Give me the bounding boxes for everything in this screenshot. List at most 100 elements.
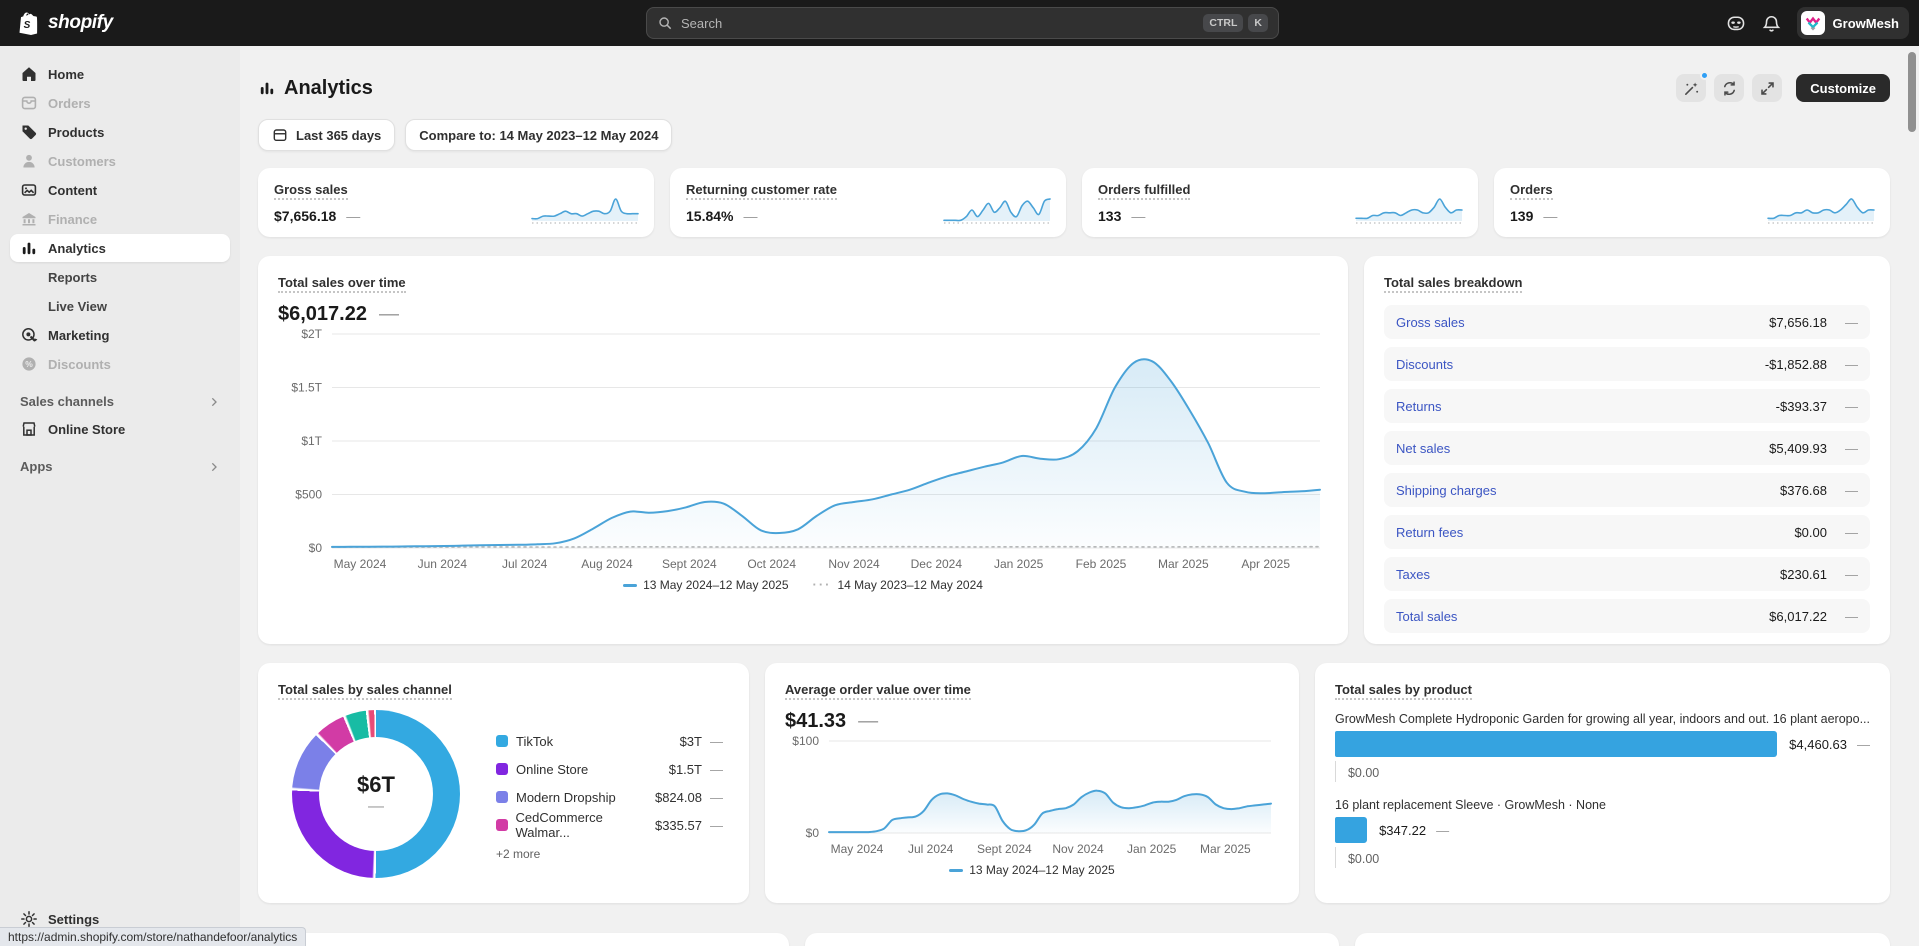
home-icon bbox=[20, 65, 38, 83]
shopify-logo[interactable]: S shopify bbox=[18, 11, 113, 36]
scrollbar-thumb[interactable] bbox=[1908, 52, 1916, 132]
svg-text:$1.5T: $1.5T bbox=[291, 381, 322, 395]
svg-text:$2T: $2T bbox=[301, 327, 322, 341]
conversion-rate-breakdown-card: Conversion rate breakdown bbox=[1355, 933, 1890, 946]
sidebar-item-live-view[interactable]: Live View bbox=[10, 292, 230, 320]
expand-fullscreen-button[interactable] bbox=[1752, 74, 1782, 102]
more-channels-link[interactable]: +2 more bbox=[496, 847, 723, 861]
chart-title-link[interactable]: Total sales over time bbox=[278, 275, 406, 293]
sidebar-section-apps[interactable]: Apps bbox=[20, 459, 220, 474]
page-title: Analytics bbox=[258, 77, 373, 100]
svg-text:Jun 2024: Jun 2024 bbox=[418, 557, 468, 571]
chart-title-link[interactable]: Average order value over time bbox=[785, 682, 971, 700]
chart-title-link[interactable]: Total sales by product bbox=[1335, 682, 1472, 700]
svg-text:Sept 2024: Sept 2024 bbox=[977, 842, 1032, 856]
customize-button[interactable]: Customize bbox=[1796, 74, 1890, 102]
breakdown-row: Returns-$393.37— bbox=[1384, 389, 1870, 423]
search-placeholder: Search bbox=[681, 16, 1198, 31]
date-range-button[interactable]: Last 365 days bbox=[258, 119, 395, 151]
marketing-target-icon bbox=[20, 326, 38, 344]
metric-title-link[interactable]: Orders bbox=[1510, 182, 1553, 200]
svg-text:Jul 2024: Jul 2024 bbox=[908, 842, 954, 856]
sessions-over-time-card: Sessions over time bbox=[258, 933, 789, 946]
chart-legend: 13 May 2024–12 May 2025 ···14 May 2023–1… bbox=[278, 578, 1328, 592]
sidekick-icon[interactable] bbox=[1726, 13, 1746, 33]
breakdown-row: Discounts-$1,852.88— bbox=[1384, 347, 1870, 381]
settings-gear-icon bbox=[20, 910, 38, 928]
sidebar-item-content[interactable]: Content bbox=[10, 176, 230, 204]
shopify-admin: S shopify Search CTRL K GrowMesh bbox=[0, 0, 1919, 946]
sidebar-item-reports[interactable]: Reports bbox=[10, 263, 230, 291]
discounts-badge-icon: % bbox=[20, 355, 38, 373]
analytics-bars-icon bbox=[258, 79, 276, 97]
svg-text:May 2024: May 2024 bbox=[334, 557, 387, 571]
kbd-k: K bbox=[1248, 14, 1268, 32]
sidebar-item-online-store[interactable]: Online Store bbox=[10, 415, 230, 443]
total-sales-over-time-card: Total sales over time $6,017.22— $2T$1.5… bbox=[258, 256, 1348, 644]
sidebar-item-discounts[interactable]: % Discounts bbox=[10, 350, 230, 378]
sparkline-chart bbox=[1354, 191, 1464, 227]
svg-text:Jul 2024: Jul 2024 bbox=[502, 557, 548, 571]
svg-text:Aug 2024: Aug 2024 bbox=[581, 557, 633, 571]
metric-gross-sales: Gross sales $7,656.18— bbox=[258, 168, 654, 237]
channel-legend-row: Online Store$1.5T— bbox=[496, 755, 723, 783]
notifications-bell-icon[interactable] bbox=[1762, 14, 1781, 33]
metric-title-link[interactable]: Gross sales bbox=[274, 182, 348, 200]
product-bar-group: 16 plant replacement Sleeve · GrowMesh ·… bbox=[1335, 798, 1870, 868]
svg-text:Mar 2025: Mar 2025 bbox=[1158, 557, 1209, 571]
compare-to-button[interactable]: Compare to: 14 May 2023–12 May 2024 bbox=[405, 119, 672, 151]
sidebar: Home Orders Products Customers Content F… bbox=[0, 46, 240, 946]
sidebar-item-marketing[interactable]: Marketing bbox=[10, 321, 230, 349]
channel-legend-row: Modern Dropship$824.08— bbox=[496, 783, 723, 811]
sales-by-channel-card: Total sales by sales channel $6T — TikTo… bbox=[258, 663, 749, 903]
content-icon bbox=[20, 181, 38, 199]
svg-text:Jan 2025: Jan 2025 bbox=[1127, 842, 1177, 856]
metric-title-link[interactable]: Orders fulfilled bbox=[1098, 182, 1190, 200]
chevron-right-icon bbox=[208, 461, 220, 473]
svg-text:May 2024: May 2024 bbox=[831, 842, 884, 856]
legend-swatch bbox=[496, 735, 508, 747]
legend-line-swatch bbox=[623, 584, 637, 587]
analytics-assistant-button[interactable] bbox=[1676, 74, 1706, 102]
shopify-wordmark: shopify bbox=[48, 12, 113, 34]
svg-text:Mar 2025: Mar 2025 bbox=[1200, 842, 1251, 856]
average-order-value-card: Average order value over time $41.33— $1… bbox=[765, 663, 1299, 903]
sidebar-item-analytics[interactable]: Analytics bbox=[10, 234, 230, 262]
sidebar-section-sales-channels[interactable]: Sales channels bbox=[20, 394, 220, 409]
breakdown-row: Net sales$5,409.93— bbox=[1384, 431, 1870, 465]
sidebar-item-finance[interactable]: Finance bbox=[10, 205, 230, 233]
sidebar-item-products[interactable]: Products bbox=[10, 118, 230, 146]
product-bar[interactable] bbox=[1335, 817, 1367, 843]
aov-line-chart: $100$0May 2024Jul 2024Sept 2024Nov 2024J… bbox=[785, 733, 1279, 859]
sidebar-item-home[interactable]: Home bbox=[10, 60, 230, 88]
sidebar-item-orders[interactable]: Orders bbox=[10, 89, 230, 117]
sidebar-item-customers[interactable]: Customers bbox=[10, 147, 230, 175]
breakdown-row: Taxes$230.61— bbox=[1384, 557, 1870, 591]
search-input[interactable]: Search CTRL K bbox=[646, 7, 1279, 39]
sales-by-product-card: Total sales by product GrowMesh Complete… bbox=[1315, 663, 1890, 903]
store-menu[interactable]: GrowMesh bbox=[1797, 7, 1909, 39]
products-tag-icon bbox=[20, 123, 38, 141]
svg-text:$1T: $1T bbox=[301, 434, 322, 448]
svg-text:$0: $0 bbox=[806, 826, 820, 840]
orders-icon bbox=[20, 94, 38, 112]
svg-text:Jan 2025: Jan 2025 bbox=[994, 557, 1044, 571]
refresh-cycle-button[interactable] bbox=[1714, 74, 1744, 102]
svg-text:Sept 2024: Sept 2024 bbox=[662, 557, 717, 571]
store-avatar bbox=[1801, 11, 1825, 35]
calendar-icon bbox=[272, 127, 288, 143]
chart-title-link[interactable]: Total sales by sales channel bbox=[278, 682, 452, 700]
svg-text:Oct 2024: Oct 2024 bbox=[747, 557, 796, 571]
product-bar[interactable] bbox=[1335, 731, 1777, 757]
metric-orders-fulfilled: Orders fulfilled 133— bbox=[1082, 168, 1478, 237]
notification-dot bbox=[1700, 71, 1709, 80]
kbd-ctrl: CTRL bbox=[1203, 14, 1243, 32]
breakdown-row: Total sales$6,017.22— bbox=[1384, 599, 1870, 633]
svg-text:Dec 2024: Dec 2024 bbox=[911, 557, 963, 571]
metric-title-link[interactable]: Returning customer rate bbox=[686, 182, 837, 200]
svg-text:Apr 2025: Apr 2025 bbox=[1241, 557, 1290, 571]
conversion-rate-over-time-card: Conversion rate over time bbox=[805, 933, 1339, 946]
metric-returning-customer-rate: Returning customer rate 15.84%— bbox=[670, 168, 1066, 237]
metric-orders: Orders 139— bbox=[1494, 168, 1890, 237]
breakdown-title-link[interactable]: Total sales breakdown bbox=[1384, 275, 1522, 293]
